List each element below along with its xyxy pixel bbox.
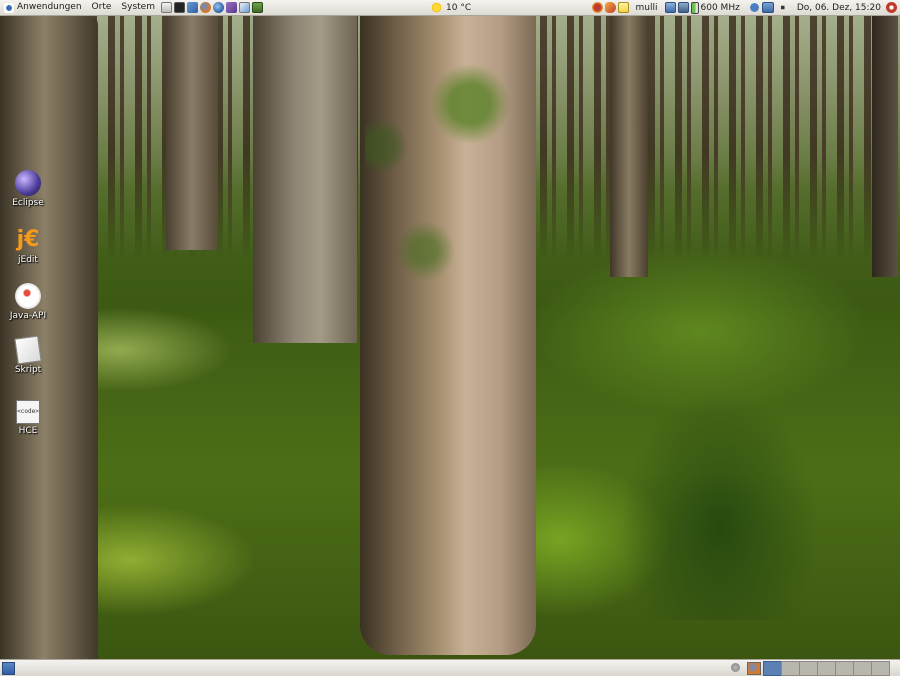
calculator-icon[interactable] [251, 2, 263, 13]
workspace-1[interactable] [763, 661, 782, 676]
workspace-6[interactable] [853, 661, 872, 676]
workspace-2[interactable] [781, 661, 800, 676]
tree-trunk-right [610, 15, 648, 277]
menu-places[interactable]: Orte [87, 0, 117, 15]
top-panel: Anwendungen Orte System 10 °C mulli 600 … [0, 0, 900, 16]
desktop-icon-hce[interactable]: <code> HCE [4, 400, 52, 436]
cpu-frequency[interactable]: 600 MHz [700, 3, 743, 13]
system-tray: mulli 600 MHz Do, 06. Dez, 15:20 [591, 0, 898, 15]
firefox-window-icon[interactable] [747, 662, 761, 675]
home-icon[interactable] [160, 2, 172, 13]
terminal-icon[interactable] [173, 2, 185, 13]
desktop-wallpaper [0, 0, 900, 675]
show-desktop-button[interactable] [2, 662, 15, 675]
clock[interactable]: Do, 06. Dez, 15:20 [791, 3, 884, 13]
fish-icon[interactable] [604, 2, 616, 13]
tree-trunk-back-1 [166, 15, 218, 250]
image-icon[interactable] [238, 2, 250, 13]
desktop-icon-label: HCE [18, 426, 38, 436]
weather-sun-icon [431, 2, 442, 13]
display-icon[interactable] [677, 2, 689, 13]
tree-trunk-back-2 [253, 15, 357, 343]
menu-applications-label: Anwendungen [17, 2, 82, 12]
script-icon [14, 335, 42, 365]
firefox-icon[interactable] [199, 2, 211, 13]
fir-sapling [620, 390, 820, 620]
desktop-icon-label: Java-API [9, 311, 47, 321]
desktop-icon-java-api[interactable]: Java-API [4, 283, 52, 321]
user-name[interactable]: mulli [630, 3, 664, 13]
gnome-foot-icon [4, 2, 14, 13]
trash-icon[interactable] [731, 663, 740, 672]
code-icon: <code> [16, 400, 40, 424]
volume-icon[interactable] [780, 3, 790, 12]
desktop-icon-skript[interactable]: Skript [4, 335, 52, 375]
desktop-icon-label: jEdit [18, 255, 38, 265]
desktop-icon-label: Eclipse [12, 198, 44, 208]
weather-applet[interactable]: 10 °C [430, 0, 474, 15]
network-icon[interactable] [186, 2, 198, 13]
bluetooth-icon[interactable] [748, 2, 760, 13]
update-icon[interactable] [591, 2, 603, 13]
tree-trunk-far-right [872, 15, 898, 277]
notes-icon[interactable] [617, 2, 629, 13]
jedit-icon: j€ [16, 227, 40, 252]
weather-temperature: 10 °C [446, 2, 472, 13]
workspace-4[interactable] [817, 661, 836, 676]
bottom-panel [0, 659, 900, 676]
workspace-3[interactable] [799, 661, 818, 676]
pidgin-icon[interactable] [225, 2, 237, 13]
workspace-5[interactable] [835, 661, 854, 676]
workspace-7[interactable] [871, 661, 890, 676]
desktop-icon-label: Skript [14, 365, 42, 375]
network-status-icon[interactable] [664, 2, 676, 13]
thunderbird-icon[interactable] [212, 2, 224, 13]
desktop-icon-jedit[interactable]: j€ jEdit [4, 227, 52, 265]
workspace-switcher [763, 661, 890, 676]
monitor-icon[interactable] [761, 2, 774, 13]
battery-icon[interactable] [690, 1, 699, 14]
eclipse-icon [15, 170, 41, 196]
menu-system[interactable]: System [116, 0, 160, 15]
desktop-icon-eclipse[interactable]: Eclipse [4, 170, 52, 208]
ivy-on-trunk [365, 20, 515, 440]
power-icon[interactable] [886, 2, 897, 13]
menu-applications[interactable]: Anwendungen [0, 0, 87, 15]
java-icon [15, 283, 41, 309]
